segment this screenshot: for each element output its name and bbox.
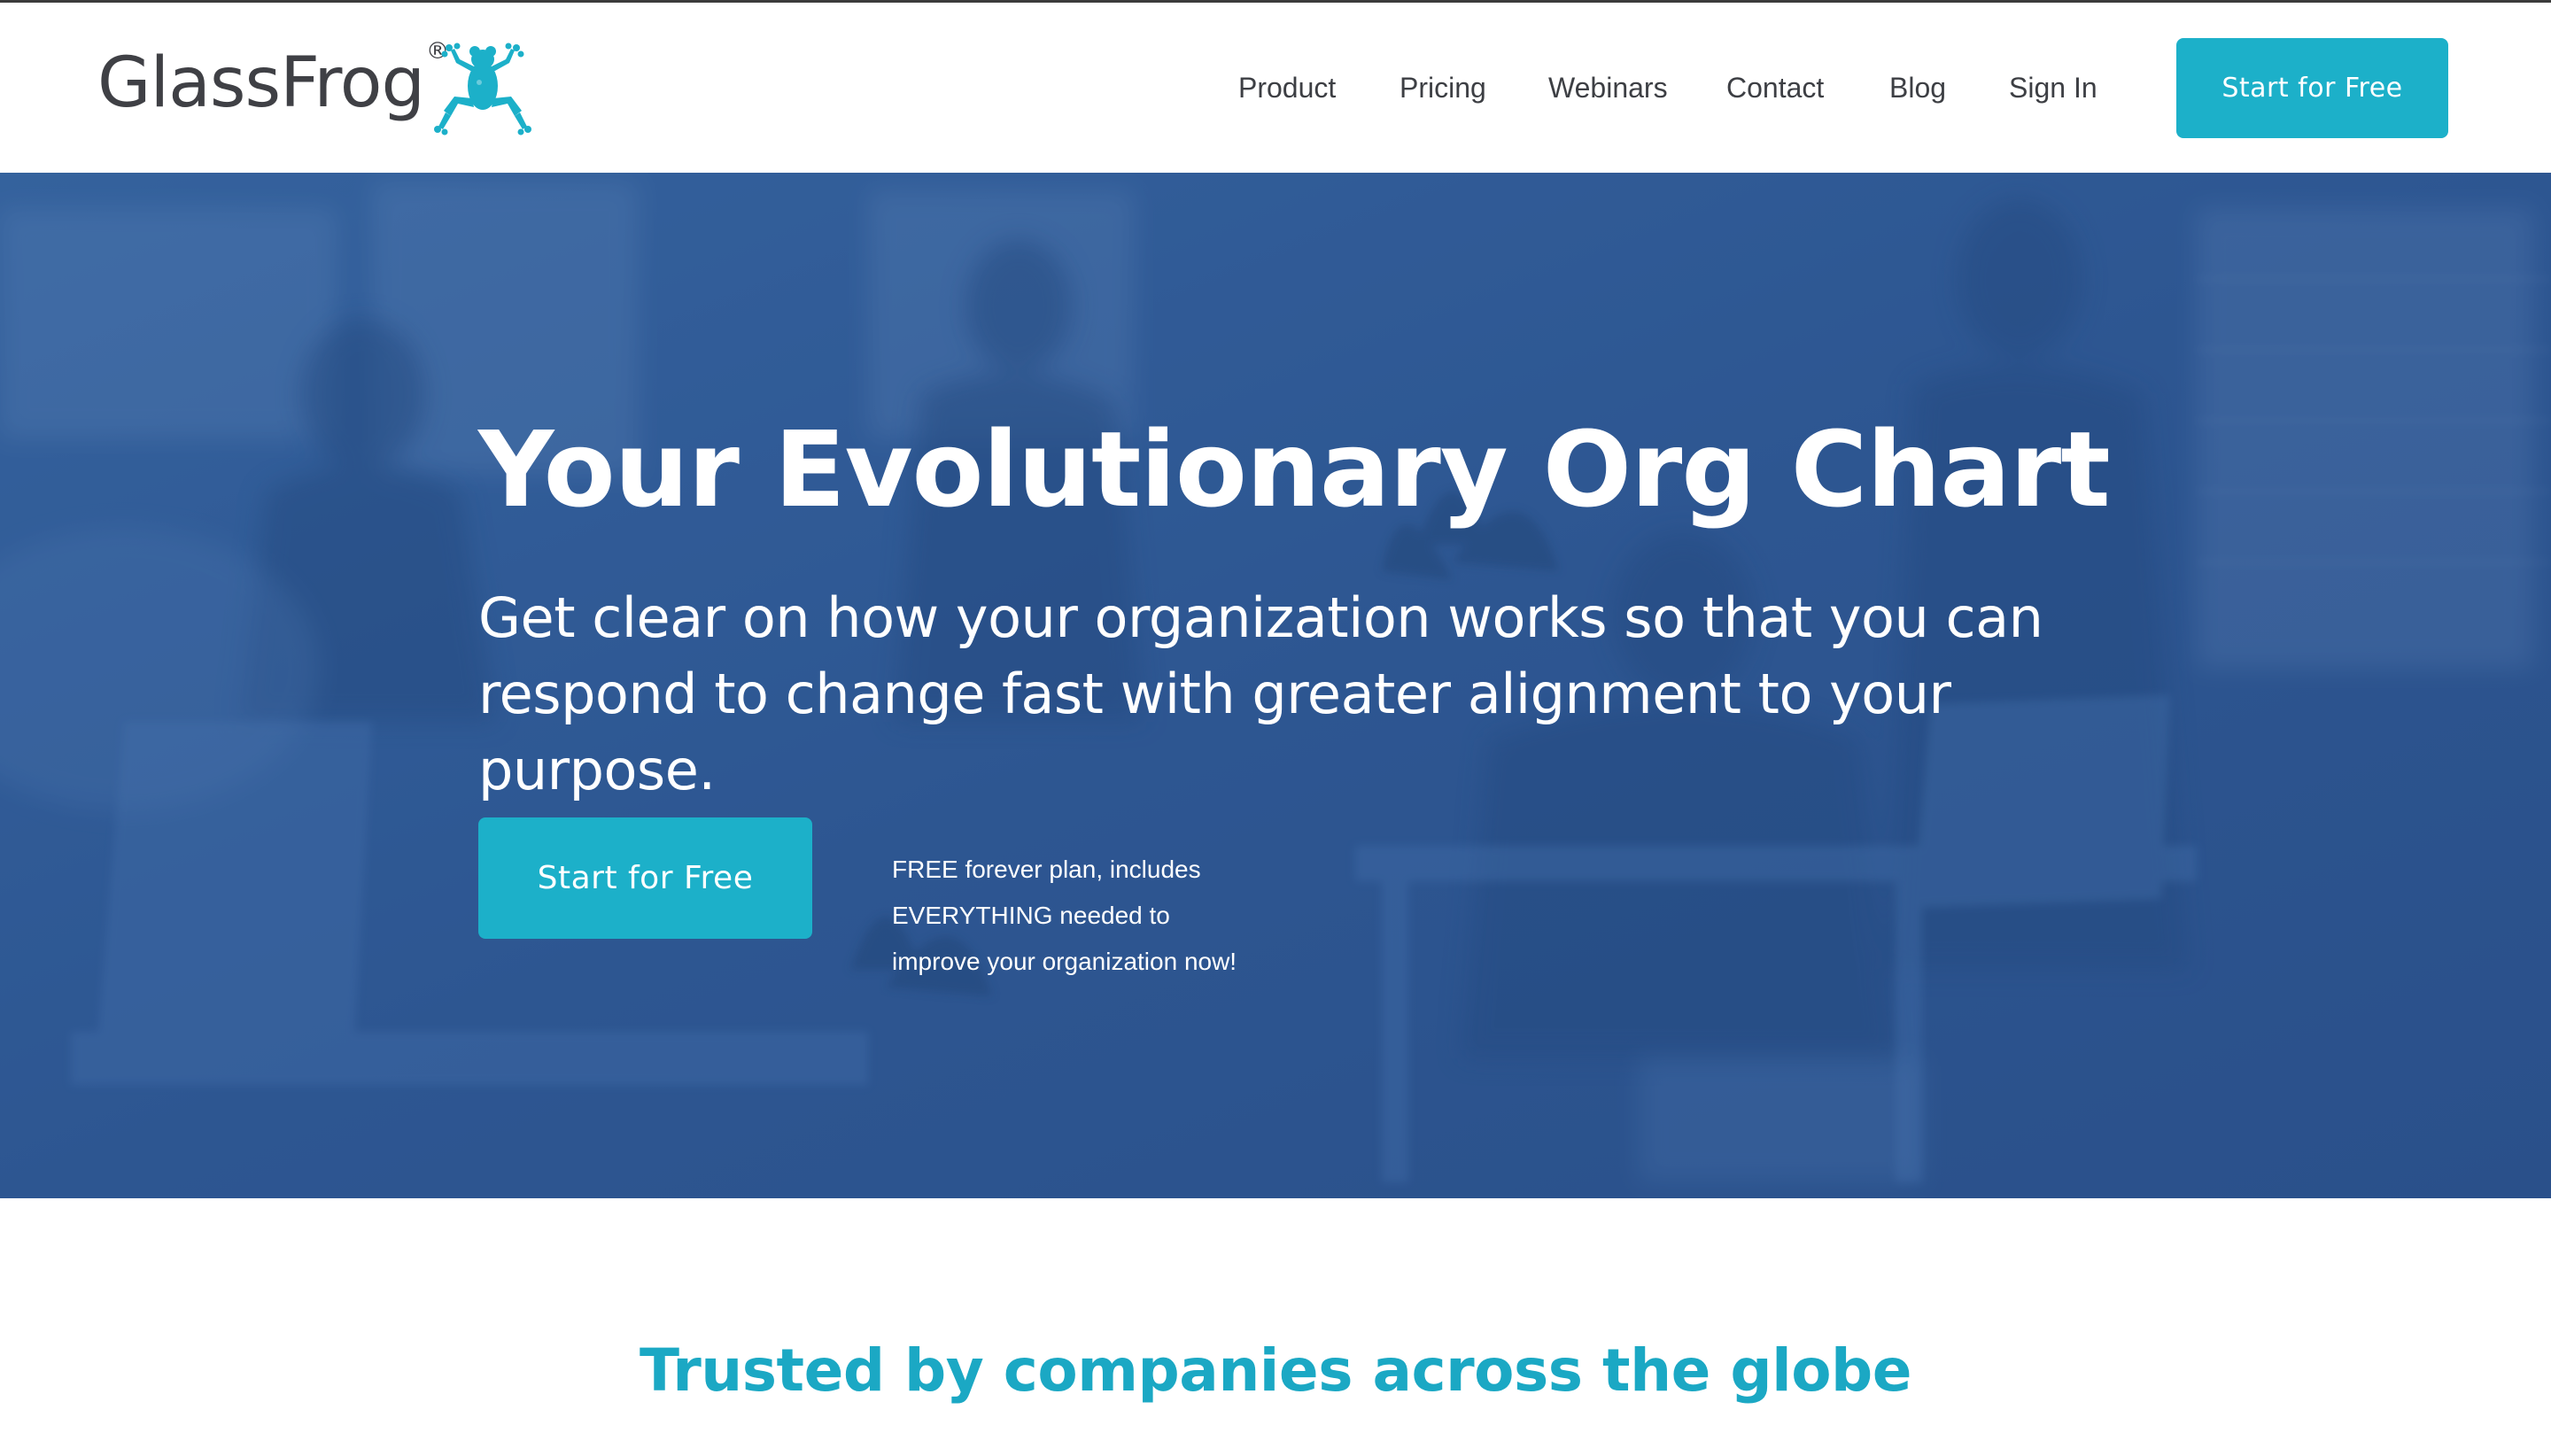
glassfrog-logo[interactable]: GlassFrog ®	[97, 36, 532, 143]
frog-icon	[433, 43, 531, 136]
nav-pricing[interactable]: Pricing	[1400, 70, 1486, 105]
hero-subtitle: Get clear on how your organization works…	[478, 585, 2043, 802]
nav-contact[interactable]: Contact	[1726, 70, 1824, 105]
hero-start-free-button[interactable]: Start for Free	[478, 817, 812, 939]
nav-blog[interactable]: Blog	[1889, 70, 1946, 105]
site-header: GlassFrog ® Product Pricing Webinars Con…	[0, 3, 2551, 173]
free-plan-note: FREE forever plan, includes EVERYTHING n…	[892, 856, 1237, 975]
hero-title: Your Evolutionary Org Chart	[478, 408, 2111, 531]
nav-product[interactable]: Product	[1238, 70, 1336, 105]
trusted-heading: Trusted by companies across the globe	[639, 1336, 1912, 1405]
trusted-section: Trusted by companies across the globe	[0, 1198, 2551, 1456]
nav-webinars[interactable]: Webinars	[1548, 70, 1668, 105]
nav-sign-in[interactable]: Sign In	[2009, 70, 2097, 105]
hero-section: Your Evolutionary Org Chart Get clear on…	[0, 173, 2551, 1198]
logo-wordmark: GlassFrog	[97, 43, 425, 123]
header-start-free-button[interactable]: Start for Free	[2176, 38, 2448, 138]
